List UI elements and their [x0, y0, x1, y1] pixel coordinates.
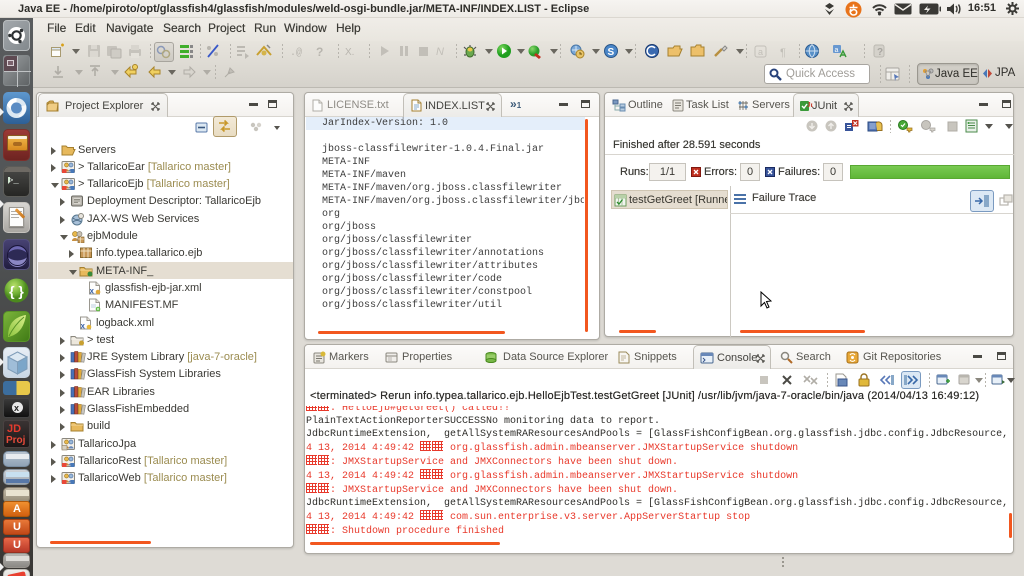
svg-text:?: ? [877, 47, 883, 58]
svg-text:¶: ¶ [780, 47, 786, 59]
svg-text:S: S [608, 47, 615, 58]
svg-text:N: N [436, 46, 444, 58]
svg-text:{ }: { } [9, 283, 24, 299]
svg-text:a: a [835, 47, 839, 54]
svg-text:.@: .@ [290, 47, 302, 59]
svg-text:x: x [81, 321, 86, 330]
svg-text:a: a [758, 47, 763, 57]
svg-text:X.: X. [345, 47, 354, 58]
svg-text:x: x [90, 286, 95, 295]
svg-text:?: ? [316, 45, 323, 59]
